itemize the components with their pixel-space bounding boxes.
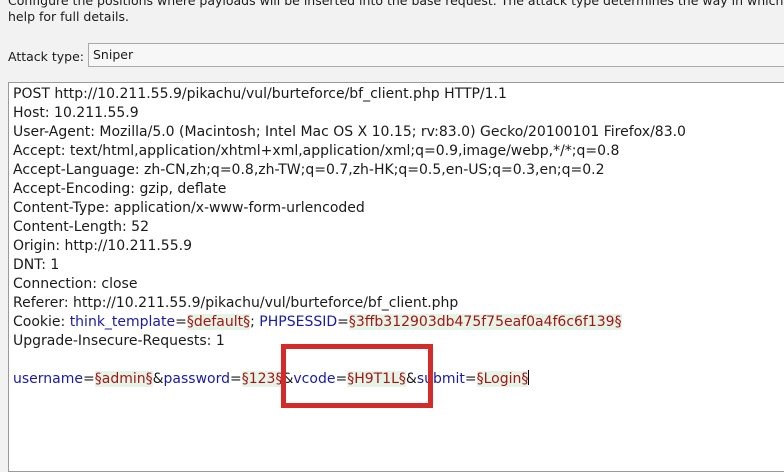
request-line: POST http://10.211.55.9/pikachu/vul/burt… [13, 86, 507, 102]
cookie-payload-phpsessid[interactable]: §3ffb312903db475f75eaf0a4f6c6f139§ [348, 314, 622, 330]
body-payload-vcode[interactable]: §H9T1L§ [347, 371, 406, 387]
body-eq: = [464, 371, 477, 387]
intro-text: Configure the positions where payloads w… [8, 0, 784, 25]
request-editor[interactable]: POST http://10.211.55.9/pikachu/vul/burt… [8, 82, 784, 472]
cookie-name-phpsessid: PHPSESSID [259, 314, 338, 330]
body-amp: & [405, 371, 417, 387]
cookie-payload-default[interactable]: §default§ [186, 314, 251, 330]
intro-line-1: Configure the positions where payloads w… [8, 0, 784, 8]
intro-line-2: help for full details. [8, 9, 130, 24]
attack-type-select[interactable]: Sniper [88, 43, 784, 67]
accept-encoding-header: Accept-Encoding: gzip, deflate [13, 181, 227, 197]
cookie-eq-2: = [337, 314, 349, 330]
cookie-header: Cookie: think_template=§default§; PHPSES… [13, 313, 622, 332]
accept-header: Accept: text/html,application/xhtml+xml,… [13, 143, 620, 159]
body-payload-password[interactable]: §123§ [241, 371, 283, 387]
content-type-header: Content-Type: application/x-www-form-url… [13, 200, 365, 216]
accept-language-header: Accept-Language: zh-CN,zh;q=0.8,zh-TW;q=… [13, 162, 605, 178]
body-amp: & [152, 371, 164, 387]
cookie-separator: ; [250, 314, 260, 330]
referer-header: Referer: http://10.211.55.9/pikachu/vul/… [13, 295, 459, 311]
body-param-username: username [13, 371, 83, 387]
body-eq: = [83, 371, 95, 387]
body-amp: & [282, 371, 294, 387]
body-param-vcode: vcode [293, 371, 336, 387]
request-body: username=§admin§&password=§123§&vcode=§H… [13, 370, 530, 389]
origin-header: Origin: http://10.211.55.9 [13, 238, 192, 254]
content-length-header: Content-Length: 52 [13, 219, 150, 235]
cookie-eq-1: = [175, 314, 187, 330]
body-param-password: password [163, 371, 230, 387]
attack-type-label: Attack type: [8, 48, 85, 64]
body-payload-login[interactable]: §Login§ [476, 371, 529, 387]
user-agent-header: User-Agent: Mozilla/5.0 (Macintosh; Inte… [13, 124, 686, 140]
body-payload-admin[interactable]: §admin§ [94, 371, 153, 387]
cookie-name-think-template: think_template [69, 314, 176, 330]
host-header: Host: 10.211.55.9 [13, 105, 139, 121]
upgrade-insecure-header: Upgrade-Insecure-Requests: 1 [13, 333, 225, 349]
cookie-prefix: Cookie: [13, 314, 70, 330]
connection-header: Connection: close [13, 276, 138, 292]
body-param-submit: submit [416, 371, 465, 387]
dnt-header: DNT: 1 [13, 257, 60, 273]
body-eq: = [230, 371, 242, 387]
text-cursor [528, 370, 530, 385]
body-eq: = [335, 371, 348, 387]
